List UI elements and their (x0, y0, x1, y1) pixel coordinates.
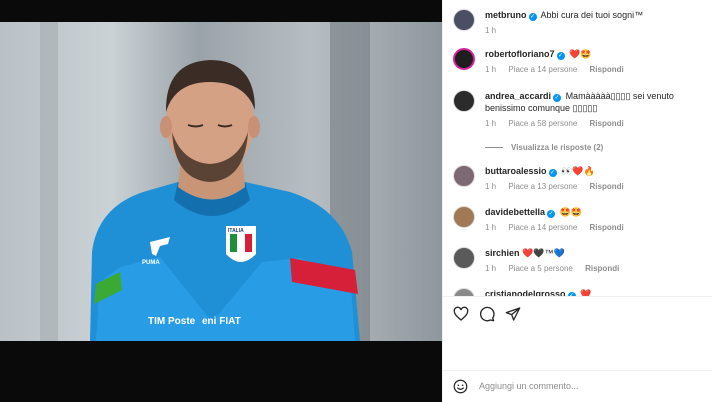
comments-list[interactable]: metbruno ✓ Abbi cura dei tuoi sogni™ 1 h … (443, 0, 712, 296)
comment-text: 🤩🤩 (559, 207, 582, 217)
comment-input[interactable]: Aggiungi un commento... (479, 381, 579, 391)
post-media[interactable]: TIM Poste eni FIAT ITALIA PUMA (0, 0, 442, 402)
post-photo[interactable]: TIM Poste eni FIAT ITALIA PUMA (0, 22, 442, 341)
reply-button[interactable]: Rispondi (590, 65, 624, 74)
comment-username[interactable]: davidebettella (485, 207, 545, 217)
jersey-sponsor-left: TIM Poste (148, 316, 196, 327)
comment-bubble-icon[interactable] (479, 306, 495, 322)
divider (443, 296, 712, 297)
send-arrow-icon[interactable] (505, 306, 521, 322)
comment-composer: Aggiungi un commento... (453, 378, 703, 396)
view-replies-button[interactable]: Visualizza le risposte (2) (485, 142, 711, 154)
comment-time[interactable]: 1 h (485, 223, 496, 232)
comment-username[interactable]: buttaroalessio (485, 166, 547, 176)
jersey-sponsor-right: eni FIAT (202, 316, 241, 327)
smiley-icon[interactable] (453, 379, 468, 394)
comment-text: ❤️ (580, 289, 592, 296)
reply-button[interactable]: Rispondi (585, 264, 619, 273)
divider (443, 370, 712, 371)
verified-badge-icon: ✓ (553, 94, 562, 102)
letterbox-bottom (0, 341, 442, 402)
comment-username[interactable]: sirchien (485, 248, 520, 258)
verified-badge-icon: ✓ (548, 169, 557, 177)
verified-badge-icon: ✓ (547, 210, 556, 218)
avatar[interactable] (453, 165, 475, 187)
verified-badge-icon: ✓ (528, 13, 537, 21)
reply-button[interactable]: Rispondi (590, 119, 624, 128)
action-bar (453, 306, 703, 324)
caption-username[interactable]: metbruno (485, 10, 527, 20)
view-replies-label: Visualizza le risposte (2) (511, 143, 604, 152)
avatar[interactable] (453, 288, 475, 296)
caption-text: Abbi cura dei tuoi sogni™ (540, 10, 644, 20)
comment-username[interactable]: cristianodelgrosso (485, 289, 566, 296)
comment-likes[interactable]: Piace a 13 persone (508, 182, 577, 191)
avatar[interactable] (453, 48, 475, 70)
player-illustration (90, 60, 360, 341)
comment-time[interactable]: 1 h (485, 182, 496, 191)
avatar[interactable] (453, 247, 475, 269)
comment-likes[interactable]: Piace a 14 persone (508, 223, 577, 232)
comment-username[interactable]: robertofloriano7 (485, 49, 555, 59)
comment-likes[interactable]: Piace a 5 persone (508, 264, 573, 273)
verified-badge-icon: ✓ (556, 52, 565, 60)
comment-likes[interactable]: Piace a 14 persone (508, 65, 577, 74)
replies-divider (485, 147, 503, 149)
comment-text: ❤️🤩 (569, 49, 592, 59)
heart-icon[interactable] (453, 306, 469, 322)
comment-time[interactable]: 1 h (485, 65, 496, 74)
reply-button[interactable]: Rispondi (590, 182, 624, 191)
comment-text: ❤️🖤™💙 (522, 248, 565, 258)
jersey-crest-text: ITALIA (228, 228, 244, 234)
comments-panel: metbruno ✓ Abbi cura dei tuoi sogni™ 1 h … (442, 0, 712, 402)
comment-time[interactable]: 1 h (485, 264, 496, 273)
avatar[interactable] (453, 90, 475, 112)
jersey-brand-text: PUMA (142, 260, 160, 266)
comment-time[interactable]: 1 h (485, 119, 496, 128)
letterbox-top (0, 0, 442, 22)
comment-likes[interactable]: Piace a 58 persone (508, 119, 577, 128)
comment-text: 👀❤️🔥 (561, 166, 595, 176)
comment-username[interactable]: andrea_accardi (485, 91, 551, 101)
avatar[interactable] (453, 9, 475, 31)
avatar[interactable] (453, 206, 475, 228)
caption-time[interactable]: 1 h (485, 26, 496, 35)
reply-button[interactable]: Rispondi (590, 223, 624, 232)
